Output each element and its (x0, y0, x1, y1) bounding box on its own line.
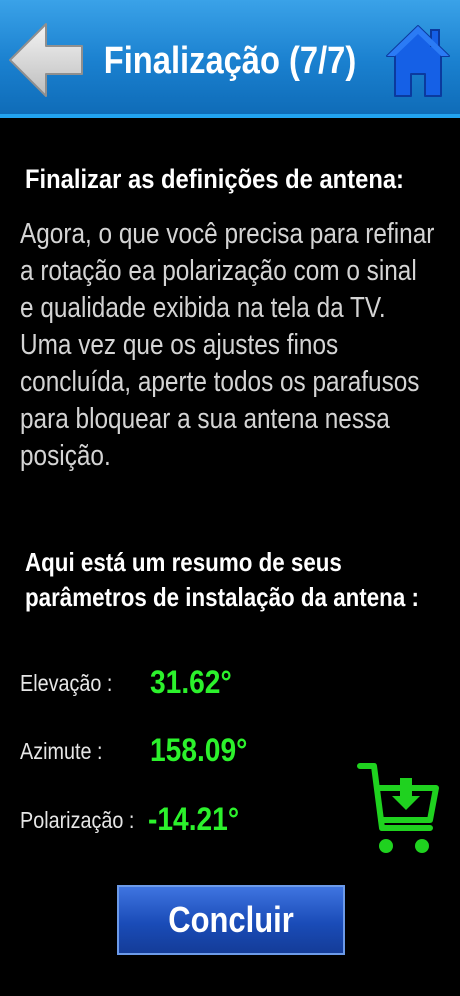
azimuth-value: 158.09° (150, 732, 248, 768)
paragraph-line: para bloquear a sua antena nessa (20, 403, 390, 435)
header-bar: Finalização (7/7) (0, 0, 460, 118)
conclude-button[interactable]: Concluir (117, 885, 345, 955)
summary-title: Aqui está um resumo de seus parâmetros d… (25, 545, 460, 615)
conclude-button-label: Concluir (168, 899, 294, 940)
summary-line: Aqui está um resumo de seus (25, 547, 342, 577)
paragraph-line: a rotação ea polarização com o sinal (20, 255, 417, 287)
shopping-cart-icon[interactable] (356, 758, 440, 858)
paragraph-line: Uma vez que os ajustes finos (20, 329, 339, 361)
paragraph-line: posição. (20, 440, 111, 472)
instructions-paragraph: Agora, o que você precisa para refinar a… (20, 216, 440, 475)
polarization-label: Polarização : (20, 807, 135, 833)
elevation-label: Elevação : (20, 670, 113, 696)
summary-line: parâmetros de instalação da antena : (25, 582, 419, 612)
paragraph-line: Agora, o que você precisa para refinar (20, 218, 435, 250)
polarization-value: -14.21° (148, 801, 240, 837)
section-title: Finalizar as definições de antena: (25, 164, 404, 194)
paragraph-line: concluída, aperte todos os parafusos (20, 366, 420, 398)
azimuth-label: Azimute : (20, 738, 103, 764)
page-title: Finalização (7/7) (103, 40, 357, 82)
home-icon[interactable] (385, 22, 451, 100)
paragraph-line: e qualidade exibida na tela da TV. (20, 292, 386, 324)
elevation-value: 31.62° (150, 664, 232, 700)
